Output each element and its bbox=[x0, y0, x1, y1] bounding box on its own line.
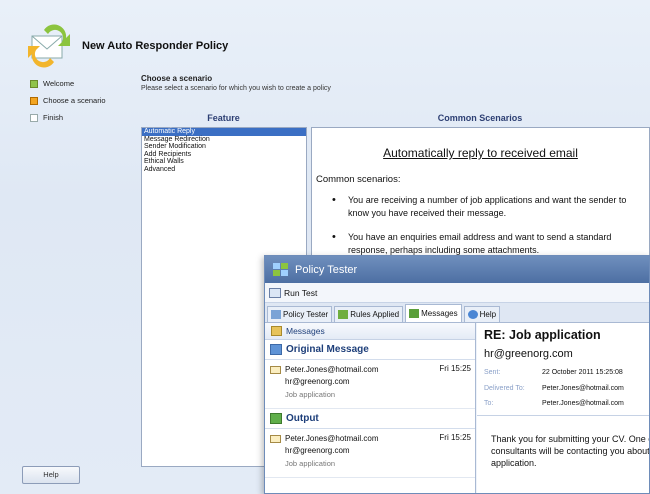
section-label: Original Message bbox=[286, 344, 369, 355]
step-label: Finish bbox=[43, 113, 64, 122]
common-scenarios-header: Common Scenarios bbox=[437, 113, 523, 123]
message-list: Messages Original Message Peter.Jones@ho… bbox=[265, 323, 476, 493]
messages-tab-icon bbox=[409, 309, 420, 318]
scenario-heading: Choose a scenario bbox=[141, 74, 213, 83]
step-welcome[interactable]: Welcome bbox=[30, 75, 106, 92]
list-item[interactable]: Peter.Jones@hotmail.com hr@greenorg.com … bbox=[265, 429, 475, 478]
message-subject: Job application bbox=[285, 459, 336, 468]
step-complete-icon bbox=[30, 79, 38, 88]
feature-item-advanced[interactable]: Advanced bbox=[142, 166, 306, 174]
help-button[interactable]: Help bbox=[22, 466, 80, 484]
preview-sent-row: Sent: 22 October 2011 15:25:08 bbox=[484, 369, 623, 376]
messages-header: Messages bbox=[265, 323, 475, 340]
policy-tester-titlebar[interactable]: Policy Tester bbox=[265, 256, 649, 283]
step-finish[interactable]: Finish bbox=[30, 109, 106, 126]
step-current-icon bbox=[30, 96, 38, 105]
feature-column-header: Feature bbox=[207, 113, 240, 123]
tester-tabs: Policy Tester Rules Applied Messages Hel… bbox=[265, 303, 649, 323]
step-label: Choose a scenario bbox=[43, 96, 106, 105]
tester-toolbar: Run Test bbox=[265, 283, 649, 303]
tab-rules-applied[interactable]: Rules Applied bbox=[334, 306, 404, 322]
run-test-icon bbox=[269, 287, 281, 298]
message-to: hr@greenorg.com bbox=[285, 446, 350, 455]
output-icon bbox=[270, 413, 282, 424]
envelope-icon bbox=[270, 366, 281, 374]
step-pending-icon bbox=[30, 113, 38, 122]
auto-responder-logo-icon bbox=[26, 22, 72, 68]
envelope-icon bbox=[270, 435, 281, 443]
tab-label: Rules Applied bbox=[350, 310, 400, 319]
message-preview: RE: Job application hr@greenorg.com Sent… bbox=[477, 323, 650, 493]
scenario-bullet: You are receiving a number of job applic… bbox=[332, 194, 632, 219]
message-to: hr@greenorg.com bbox=[285, 377, 350, 386]
feature-item-ethical-walls[interactable]: Ethical Walls bbox=[142, 158, 306, 166]
run-test-button[interactable]: Run Test bbox=[284, 288, 317, 298]
preview-delivered-row: Delivered To: Peter.Jones@hotmail.com bbox=[484, 385, 624, 392]
tab-help[interactable]: Help bbox=[463, 306, 501, 322]
tab-label: Messages bbox=[421, 309, 458, 318]
original-message-section[interactable]: Original Message bbox=[265, 340, 475, 360]
rules-applied-tab-icon bbox=[338, 310, 349, 319]
common-scenario-title: Automatically reply to received email bbox=[383, 146, 578, 160]
preview-to-row: To: Peter.Jones@hotmail.com bbox=[484, 400, 624, 407]
policy-tester-window: Policy Tester Run Test Policy Tester Rul… bbox=[264, 255, 650, 494]
feature-item-automatic-reply[interactable]: Automatic Reply bbox=[142, 128, 306, 136]
help-tab-icon bbox=[467, 310, 478, 319]
feature-item-message-redirection[interactable]: Message Redirection bbox=[142, 136, 306, 144]
list-item[interactable]: Peter.Jones@hotmail.com hr@greenorg.com … bbox=[265, 360, 475, 409]
scenario-subtitle: Please select a scenario for which you w… bbox=[141, 85, 331, 92]
preview-sent-label: Sent: bbox=[484, 369, 501, 376]
message-time: Fri 15:25 bbox=[439, 364, 471, 373]
messages-folder-icon bbox=[271, 326, 282, 336]
message-subject: Job application bbox=[285, 390, 336, 399]
policy-tester-title: Policy Tester bbox=[295, 263, 358, 276]
original-message-icon bbox=[270, 344, 282, 355]
preview-to-label: To: bbox=[484, 400, 494, 407]
preview-delivered-label: Delivered To: bbox=[484, 385, 525, 392]
preview-divider bbox=[477, 415, 649, 416]
policy-tester-tab-icon bbox=[271, 310, 281, 319]
preview-subject: RE: Job application bbox=[484, 328, 601, 342]
scenario-bullet: You have an enquiries email address and … bbox=[332, 231, 632, 256]
tab-policy-tester[interactable]: Policy Tester bbox=[267, 306, 333, 322]
preview-body: Thank you for submitting your CV. One of… bbox=[491, 434, 650, 468]
output-section[interactable]: Output bbox=[265, 409, 475, 429]
feature-item-add-recipients[interactable]: Add Recipients bbox=[142, 151, 306, 159]
preview-from: hr@greenorg.com bbox=[484, 348, 573, 360]
feature-item-sender-modification[interactable]: Sender Modification bbox=[142, 143, 306, 151]
common-scenarios-label: Common scenarios: bbox=[316, 174, 401, 185]
message-time: Fri 15:25 bbox=[439, 433, 471, 442]
tab-label: Policy Tester bbox=[283, 310, 329, 319]
wizard-title: New Auto Responder Policy bbox=[82, 40, 229, 52]
step-label: Welcome bbox=[43, 79, 75, 88]
section-label: Output bbox=[286, 413, 319, 424]
tester-body: Messages Original Message Peter.Jones@ho… bbox=[265, 323, 650, 493]
preview-delivered-value: Peter.Jones@hotmail.com bbox=[542, 385, 624, 392]
preview-sent-value: 22 October 2011 15:25:08 bbox=[542, 369, 623, 376]
policy-tester-icon bbox=[273, 262, 289, 277]
tab-label: Help bbox=[479, 310, 497, 319]
step-choose-scenario[interactable]: Choose a scenario bbox=[30, 92, 106, 109]
tab-messages[interactable]: Messages bbox=[405, 304, 462, 322]
wizard-steps: Welcome Choose a scenario Finish bbox=[30, 75, 106, 126]
preview-to-value: Peter.Jones@hotmail.com bbox=[542, 400, 624, 407]
messages-header-label: Messages bbox=[286, 326, 325, 336]
